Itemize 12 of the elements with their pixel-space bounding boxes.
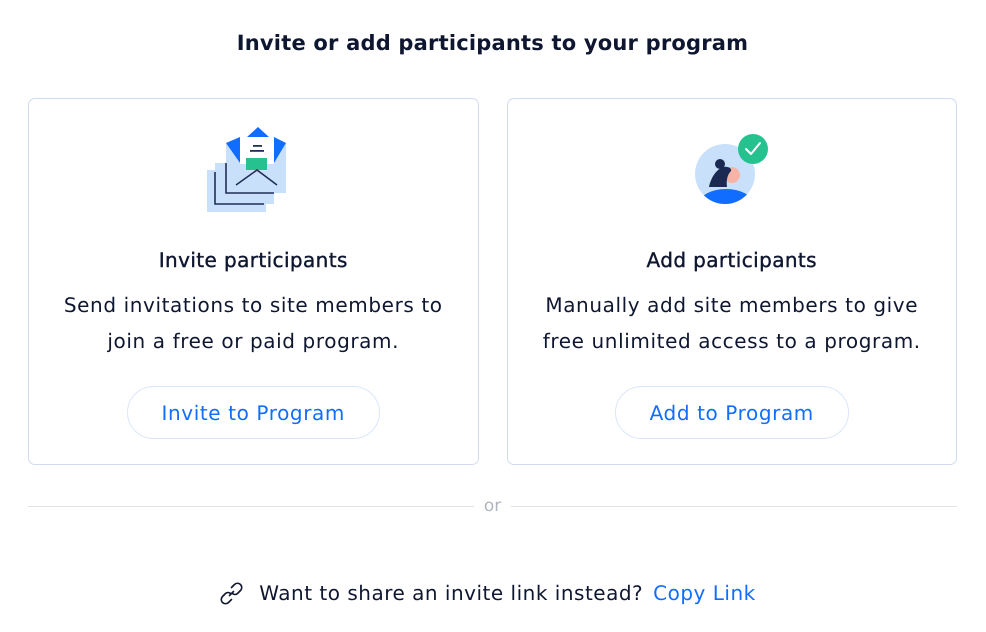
card-heading: Add participants [646,248,817,272]
page-title: Invite or add participants to your program [236,30,748,57]
action-button[interactable]: Invite to Program [126,386,380,439]
share-question: Want to share an invite link instead? [259,580,644,607]
divider-label: or [484,496,502,516]
card-description: Send invitations to site members to join a free or paid program. [62,292,444,355]
copy-link[interactable]: Copy Link [653,579,756,607]
link-icon [219,580,244,606]
avatar-check-icon [694,133,769,205]
card-heading: Invite participants [158,248,348,272]
action-button[interactable]: Add to Program [614,386,849,439]
card-description: Manually add site members to give free unlimited access to a program. [542,292,922,355]
